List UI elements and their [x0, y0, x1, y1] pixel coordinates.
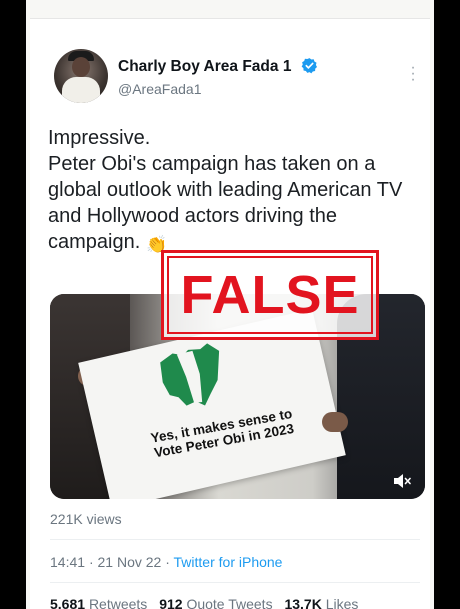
avatar-head	[72, 57, 90, 77]
screenshot-frame: Charly Boy Area Fada 1 @AreaFada1 · · · Im…	[26, 0, 434, 609]
separator-dot: ·	[165, 554, 170, 570]
divider	[50, 582, 420, 583]
media-hand-right	[322, 412, 348, 432]
verified-badge-icon	[301, 58, 317, 74]
retweets-label: Retweets	[88, 596, 148, 609]
tweet-text-line2: Peter Obi's campaign has taken on a glob…	[48, 153, 403, 253]
tweet-text-body: Peter Obi's campaign has taken on a glob…	[48, 151, 423, 258]
tweet-time[interactable]: 14:41	[50, 554, 85, 570]
tweet-date[interactable]: 21 Nov 22	[98, 554, 162, 570]
engagement-stats: 5,681 Retweets 912 Quote Tweets 13.7K Li…	[50, 596, 366, 609]
speaker-muted-icon[interactable]	[393, 473, 411, 489]
quotes-count: 912	[159, 596, 183, 609]
tweet-source-link[interactable]: Twitter for iPhone	[174, 554, 283, 570]
author-handle[interactable]: @AreaFada1	[118, 81, 201, 97]
sign-text: Yes, it makes sense to Vote Peter Obi in…	[149, 405, 296, 461]
false-verdict-label: FALSE	[180, 265, 360, 325]
quote-tweets-stat[interactable]: 912 Quote Tweets	[159, 596, 272, 609]
author-avatar[interactable]	[54, 49, 108, 103]
separator-dot: ·	[88, 554, 94, 570]
author-name[interactable]: Charly Boy Area Fada 1	[118, 58, 291, 75]
likes-stat[interactable]: 13.7K Likes	[284, 596, 358, 609]
tweet-text: Impressive. Peter Obi's campaign has tak…	[48, 125, 423, 258]
retweets-count: 5,681	[50, 596, 86, 609]
likes-label: Likes	[325, 596, 359, 609]
false-verdict-stamp: FALSE	[161, 250, 379, 340]
tweet-timestamp-row: 14:41 · 21 Nov 22 · Twitter for iPhone	[50, 554, 282, 570]
likes-count: 13.7K	[284, 596, 322, 609]
quotes-label: Quote Tweets	[186, 596, 273, 609]
tweet-text-line1: Impressive.	[48, 127, 151, 149]
avatar-body	[62, 77, 100, 103]
divider	[50, 539, 420, 540]
retweets-stat[interactable]: 5,681 Retweets	[50, 596, 147, 609]
author-name-row[interactable]: Charly Boy Area Fada 1	[118, 57, 318, 76]
more-options-icon[interactable]: · · ·	[410, 60, 416, 88]
view-count: 221K views	[50, 511, 122, 527]
nigeria-map-icon	[160, 343, 220, 406]
